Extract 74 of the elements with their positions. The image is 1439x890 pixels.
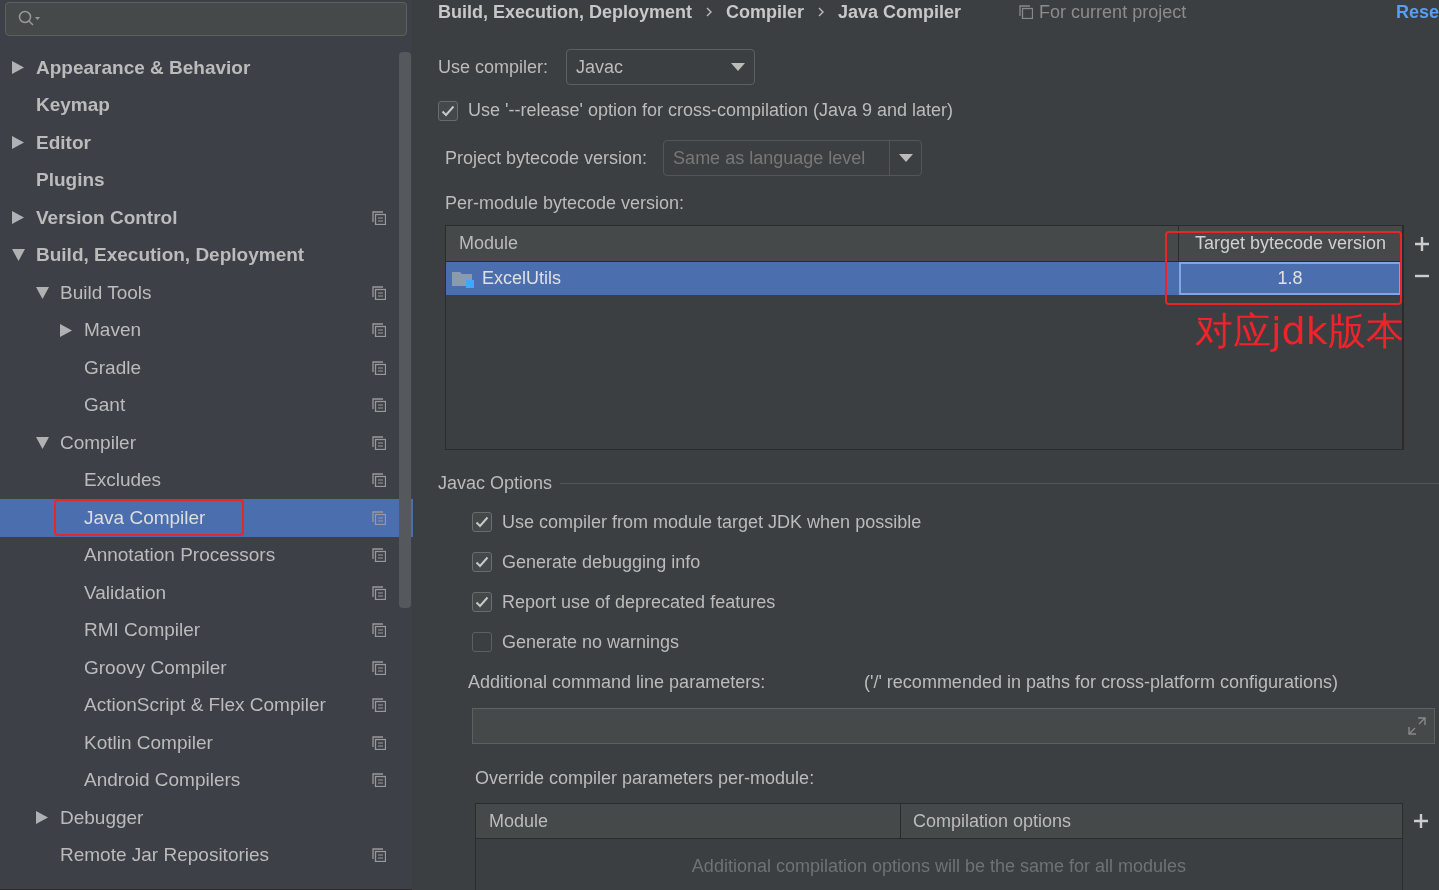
folder-icon (452, 269, 474, 288)
parameters-field[interactable] (472, 708, 1435, 744)
section-title: Javac Options (438, 472, 553, 495)
checkbox[interactable] (438, 100, 458, 121)
table-row[interactable]: ExcelUtils 1.8 (446, 262, 1402, 295)
column-header[interactable]: Module (476, 804, 900, 838)
breadcrumb-item[interactable]: Compiler (726, 0, 805, 26)
table-cell-text: ExcelUtils (482, 267, 561, 290)
checkbox-label: Generate debugging info (502, 550, 701, 574)
collapsed-arrow-icon[interactable] (36, 811, 48, 825)
add-icon[interactable] (1414, 237, 1429, 251)
tree-item[interactable]: Kotlin Compiler (0, 724, 412, 762)
tree-item[interactable]: Android Compilers (0, 761, 412, 799)
chevron-icon (706, 7, 713, 17)
checkbox[interactable] (472, 632, 492, 652)
breadcrumb-item[interactable]: Build, Execution, Deployment (438, 0, 693, 26)
expand-icon[interactable] (1408, 717, 1426, 735)
tree-item[interactable]: Gradle (0, 349, 412, 387)
caret-icon (898, 154, 913, 162)
annotation-text: 对应jdk版本 (1195, 309, 1404, 353)
tree-item[interactable]: Build, Execution, Deployment (0, 236, 412, 274)
tree-item[interactable]: ActionScript & Flex Compiler (0, 686, 412, 724)
search-icon (18, 10, 42, 28)
column-header[interactable]: Compilation options (900, 804, 1402, 838)
section-label: Per-module bytecode version: (445, 192, 686, 215)
tree-item[interactable]: Annotation Processors (0, 536, 412, 574)
scope-note: For current project (1039, 0, 1187, 24)
checkbox[interactable] (472, 552, 492, 572)
tree-item[interactable]: Java Compiler (0, 499, 413, 537)
tree-item[interactable]: Excludes (0, 461, 412, 499)
checkbox-label: Report use of deprecated features (502, 590, 776, 614)
copy-icon (1019, 5, 1034, 19)
field-label: Additional command line parameters: (468, 671, 767, 694)
section-label: Override compiler parameters per-module: (475, 767, 816, 790)
tree-item[interactable]: RMI Compiler (0, 611, 412, 649)
checkbox-label: Use compiler from module target JDK when possible (502, 510, 922, 534)
hint-text: ('/' recommended in paths for cross-platform configurations) (864, 671, 1339, 694)
collapsed-arrow-icon[interactable] (12, 61, 24, 75)
field-label: Project bytecode version: (445, 146, 648, 170)
search-field[interactable] (5, 2, 407, 36)
tree-item[interactable]: Plugins (0, 161, 412, 199)
tree-item[interactable]: Appearance & Behavior (0, 49, 412, 87)
tree-item[interactable]: Validation (0, 574, 412, 612)
field-label: Use compiler: (438, 55, 549, 79)
expanded-arrow-icon[interactable] (36, 286, 49, 299)
collapsed-arrow-icon[interactable] (12, 211, 24, 225)
tree-item[interactable]: Build Tools (0, 274, 412, 312)
checkbox-label: Use '--release' option for cross-compilation (Java 9 and later) (468, 99, 954, 122)
tree-item[interactable]: Compiler (0, 424, 412, 462)
add-icon[interactable] (1414, 814, 1428, 828)
checkbox-label: Generate no warnings (502, 630, 680, 654)
tree-item[interactable]: Keymap (0, 86, 412, 124)
checkbox[interactable] (472, 592, 492, 612)
breadcrumb-item[interactable]: Java Compiler (838, 0, 962, 26)
tree-item[interactable]: Maven (0, 311, 412, 349)
tree-item[interactable]: Gant (0, 386, 412, 424)
collapsed-arrow-icon[interactable] (12, 136, 24, 150)
tree-item[interactable]: Version Control (0, 199, 412, 237)
expanded-arrow-icon[interactable] (12, 249, 25, 262)
scrollbar[interactable] (399, 52, 411, 608)
checkbox[interactable] (472, 512, 492, 532)
collapsed-arrow-icon[interactable] (60, 323, 72, 337)
column-header[interactable]: Module (446, 226, 1178, 261)
table-cell[interactable]: 1.8 (1179, 262, 1401, 295)
caret-icon (731, 63, 746, 71)
tree-item[interactable]: Editor (0, 124, 412, 162)
expanded-arrow-icon[interactable] (36, 436, 49, 449)
tree-item[interactable]: Groovy Compiler (0, 649, 412, 687)
compiler-dropdown[interactable]: Javac (566, 49, 756, 85)
column-header[interactable]: Target bytecode version (1178, 226, 1402, 261)
tree-item[interactable]: Remote Jar Repositories (0, 836, 412, 874)
tree-item[interactable]: Debugger (0, 799, 412, 837)
reset-link[interactable]: Rese (1395, 0, 1439, 26)
chevron-icon (818, 7, 825, 17)
